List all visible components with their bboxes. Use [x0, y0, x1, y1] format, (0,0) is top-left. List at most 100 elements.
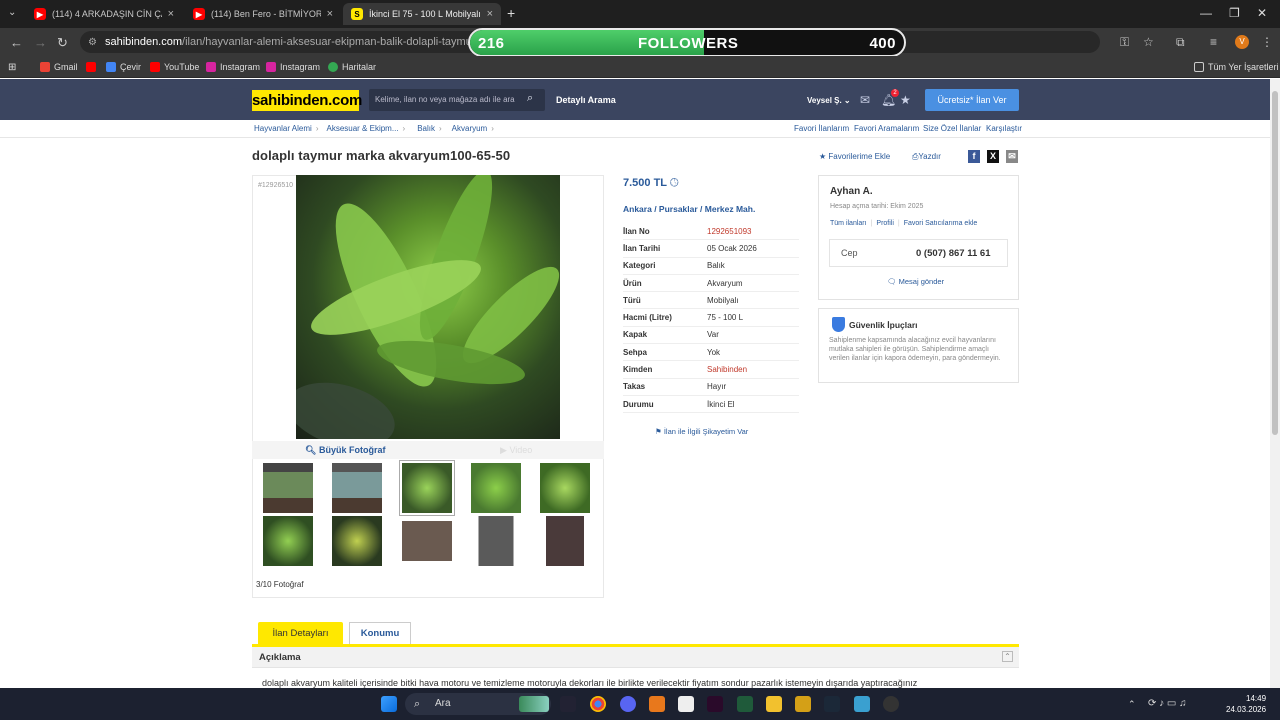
- browser-tab-1[interactable]: ▶ (114) 4 ARKADAŞIN CİN ÇAĞIR ×: [26, 3, 182, 25]
- photo-thumbnail[interactable]: [540, 463, 590, 513]
- steam-icon[interactable]: [560, 696, 576, 712]
- photo-thumbnail[interactable]: [263, 463, 313, 513]
- bookmark-instagram-2[interactable]: Instagram: [266, 62, 320, 72]
- location-district[interactable]: Pursaklar: [659, 204, 698, 214]
- taskbar-clock[interactable]: 14:49 24.03.2026: [1226, 693, 1266, 715]
- menu-icon[interactable]: ⋮: [1261, 35, 1273, 49]
- back-icon[interactable]: ←: [10, 35, 23, 50]
- new-tab-button[interactable]: +: [507, 5, 515, 21]
- video-button[interactable]: ▶ Video: [500, 445, 532, 456]
- reading-list-icon[interactable]: ≡: [1210, 35, 1217, 49]
- app-icon[interactable]: [707, 696, 723, 712]
- folder-icon[interactable]: [766, 696, 782, 712]
- photo-thumbnail[interactable]: [263, 516, 313, 566]
- bookmark-label: Instagram: [280, 62, 321, 72]
- mail-icon[interactable]: ✉: [860, 93, 870, 107]
- bookmark-star-icon[interactable]: ☆: [1143, 35, 1154, 49]
- maximize-icon[interactable]: ❐: [1229, 6, 1240, 20]
- browser-tab-3-active[interactable]: S İkinci El 75 - 100 L Mobilyalı Ak ×: [343, 3, 501, 25]
- close-tab-icon[interactable]: ×: [168, 8, 174, 20]
- seller-profile-link[interactable]: Profili: [876, 220, 894, 227]
- seller-all-ads-link[interactable]: Tüm ilanları: [830, 220, 867, 227]
- forward-icon[interactable]: →: [34, 35, 47, 50]
- location-neighborhood[interactable]: Merkez Mah.: [705, 204, 756, 214]
- user-menu[interactable]: Veysel Ş. ⌄: [807, 96, 851, 105]
- report-listing-link[interactable]: ⚑ İlan ile İlgili Şikayetim Var: [655, 427, 748, 436]
- site-info-icon[interactable]: ⚙: [88, 37, 97, 48]
- close-tab-icon[interactable]: ×: [487, 8, 493, 20]
- favorites-star-icon[interactable]: ★: [900, 93, 911, 107]
- site-search-input[interactable]: Kelime, ilan no veya mağaza adı ile ara: [369, 89, 545, 111]
- bookmark-label: Tüm Yer İşaretleri: [1208, 62, 1279, 72]
- seller-favorite-link[interactable]: Favori Satıcılarıma ekle: [904, 220, 978, 227]
- email-share-icon[interactable]: ✉: [1006, 150, 1018, 163]
- x-share-icon[interactable]: X: [987, 150, 999, 163]
- photo-thumbnail[interactable]: [471, 516, 521, 566]
- extensions-icon[interactable]: ⧉: [1176, 35, 1185, 50]
- browser-tab-2[interactable]: ▶ (114) Ben Fero - BİTMİYOR - Yo ×: [185, 3, 341, 25]
- reload-icon[interactable]: ↻: [57, 35, 68, 51]
- bookmark-gmail[interactable]: Gmail: [40, 62, 78, 72]
- steam-icon[interactable]: [824, 696, 840, 712]
- subnav-favorite-ads[interactable]: Favori İlanlarım: [794, 124, 849, 133]
- app-icon[interactable]: [854, 696, 870, 712]
- send-message-link[interactable]: 🗨︎ Mesaj gönder: [887, 277, 944, 286]
- app-icon[interactable]: [795, 696, 811, 712]
- detailed-search-link[interactable]: Detaylı Arama: [556, 95, 616, 105]
- post-free-ad-button[interactable]: Ücretsiz* İlan Ver: [925, 89, 1019, 111]
- app-icon[interactable]: [649, 696, 665, 712]
- close-tab-icon[interactable]: ×: [327, 8, 333, 20]
- bookmark-maps[interactable]: Haritalar: [328, 62, 376, 72]
- gmail-icon: [40, 62, 50, 72]
- tab-location[interactable]: Konumu: [349, 622, 411, 645]
- tray-icons[interactable]: ⟳ ♪ ▭ ♫: [1148, 698, 1187, 709]
- breadcrumb-item[interactable]: Akvaryum: [452, 124, 488, 133]
- breadcrumb-item[interactable]: Balık: [417, 124, 435, 133]
- app-icon[interactable]: [883, 696, 899, 712]
- minimize-icon[interactable]: —: [1200, 6, 1212, 20]
- subnav-special-ads[interactable]: Size Özel İlanlar: [923, 124, 981, 133]
- password-key-icon[interactable]: ⚿: [1120, 35, 1129, 50]
- main-listing-photo[interactable]: [296, 175, 560, 439]
- bookmark-instagram-1[interactable]: Instagram: [206, 62, 260, 72]
- tab-listing-details[interactable]: İlan Detayları: [258, 622, 343, 645]
- breadcrumb-item[interactable]: Aksesuar & Ekipm...: [326, 124, 398, 133]
- windows-start-icon[interactable]: [381, 696, 397, 712]
- breadcrumb-item[interactable]: Hayvanlar Alemi: [254, 124, 312, 133]
- add-to-favorites-link[interactable]: ★ Favorilerime Ekle: [819, 152, 890, 161]
- photo-thumbnail[interactable]: [332, 463, 382, 513]
- chrome-icon[interactable]: [590, 696, 606, 712]
- photo-thumbnail-selected[interactable]: [400, 461, 454, 515]
- photo-thumbnail[interactable]: [402, 516, 452, 566]
- bookmark-youtube-shortcut[interactable]: [86, 62, 100, 72]
- profile-avatar[interactable]: V: [1235, 35, 1249, 49]
- search-icon[interactable]: ⌕: [527, 92, 533, 105]
- photo-thumbnail[interactable]: [471, 463, 521, 513]
- photo-thumbnail[interactable]: [540, 516, 590, 566]
- phone-number[interactable]: 0 (507) 867 11 61: [916, 248, 990, 259]
- close-window-icon[interactable]: ✕: [1257, 6, 1267, 20]
- app-icon[interactable]: [737, 696, 753, 712]
- all-bookmarks[interactable]: Tüm Yer İşaretleri: [1194, 62, 1279, 72]
- discord-icon[interactable]: [620, 696, 636, 712]
- print-link[interactable]: ⎙Yazdır: [912, 152, 941, 162]
- price-history-icon[interactable]: 🕓︎: [670, 177, 679, 189]
- site-logo[interactable]: sahibinden.com: [252, 90, 362, 111]
- detail-value: 75 - 100 L: [707, 313, 744, 323]
- collapse-icon[interactable]: ⌃: [1002, 651, 1013, 662]
- bookmark-youtube[interactable]: YouTube: [150, 62, 199, 72]
- bookmark-translate[interactable]: Çevir: [106, 62, 141, 72]
- big-photo-button[interactable]: 🔍︎ Büyük Fotoğraf: [305, 445, 385, 456]
- location-city[interactable]: Ankara: [623, 204, 652, 214]
- file-icon[interactable]: [678, 696, 694, 712]
- subnav-favorite-searches[interactable]: Favori Aramalarım: [854, 124, 919, 133]
- facebook-share-icon[interactable]: f: [968, 150, 980, 163]
- photo-thumbnail[interactable]: [332, 516, 382, 566]
- scrollbar-thumb[interactable]: [1272, 91, 1278, 435]
- widgets-icon[interactable]: [519, 696, 549, 712]
- apps-grid-icon[interactable]: ⊞: [8, 62, 16, 73]
- tab-search-chevron-icon[interactable]: ⌄: [8, 7, 16, 18]
- subnav-compare[interactable]: Karşılaştır: [986, 124, 1022, 133]
- tray-chevron-icon[interactable]: ⌃: [1128, 699, 1136, 710]
- page-scrollbar[interactable]: [1270, 79, 1280, 688]
